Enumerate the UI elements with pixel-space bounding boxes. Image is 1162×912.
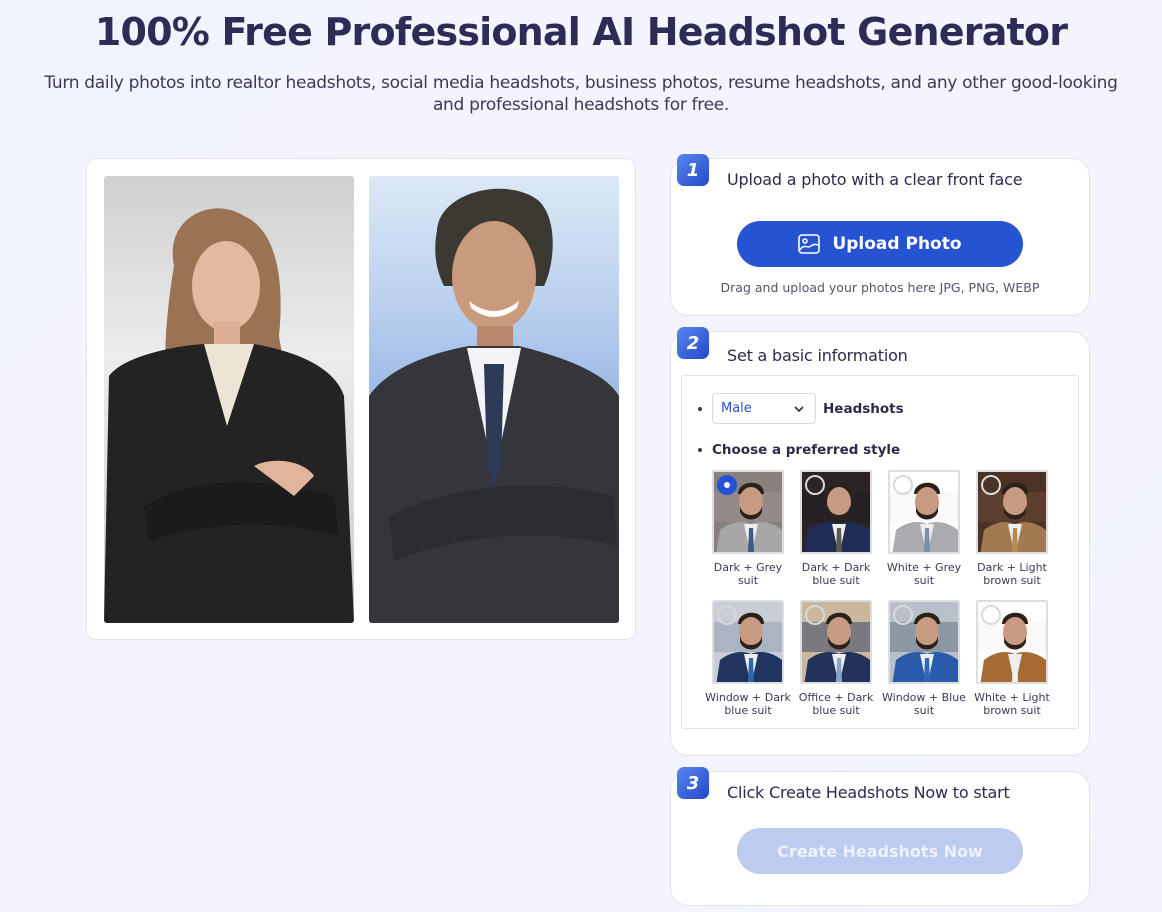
style-label: Dark + Light brown suit bbox=[977, 561, 1047, 587]
step-1-badge: 1 bbox=[677, 154, 709, 186]
style-label: White + Grey suit bbox=[886, 561, 962, 587]
style-radio[interactable] bbox=[893, 475, 913, 495]
style-prompt-label: Choose a preferred style bbox=[712, 442, 901, 458]
style-radio[interactable] bbox=[981, 605, 1001, 625]
style-thumbnail[interactable] bbox=[888, 600, 960, 684]
gender-row: Male Headshots bbox=[698, 393, 904, 424]
gender-select[interactable]: Male bbox=[712, 393, 816, 424]
image-icon bbox=[798, 234, 821, 254]
style-thumbnail[interactable] bbox=[976, 470, 1048, 554]
upload-photo-label: Upload Photo bbox=[832, 234, 962, 254]
style-thumbnail[interactable] bbox=[976, 600, 1048, 684]
style-label: Window + Blue suit bbox=[882, 691, 966, 717]
style-option[interactable]: White + Grey suit bbox=[880, 470, 968, 587]
style-radio[interactable] bbox=[805, 605, 825, 625]
page-title: 100% Free Professional AI Headshot Gener… bbox=[94, 10, 1068, 54]
step-3-card: 3 Click Create Headshots Now to start Cr… bbox=[670, 767, 1090, 906]
bullet bbox=[698, 448, 702, 452]
style-thumbnail[interactable] bbox=[888, 470, 960, 554]
gender-select-value: Male bbox=[721, 401, 752, 416]
sample-photos-card bbox=[86, 158, 636, 640]
style-prompt-row: Choose a preferred style bbox=[698, 442, 900, 458]
step-2-title: Set a basic information bbox=[727, 346, 908, 365]
sample-photo-woman bbox=[104, 176, 354, 623]
sample-photo-man bbox=[369, 176, 619, 623]
page-subtitle: Turn daily photos into realtor headshots… bbox=[44, 73, 1118, 115]
chevron-down-icon bbox=[794, 405, 804, 412]
style-radio[interactable] bbox=[717, 475, 737, 495]
step-1-card: 1 Upload a photo with a clear front face… bbox=[670, 154, 1090, 316]
style-thumbnail[interactable] bbox=[712, 600, 784, 684]
style-thumbnail[interactable] bbox=[712, 470, 784, 554]
basic-info-box: Male Headshots Choose a preferred style … bbox=[681, 375, 1079, 729]
bullet bbox=[698, 406, 702, 411]
upload-photo-button[interactable]: Upload Photo bbox=[737, 221, 1023, 267]
style-option[interactable]: Dark + Dark blue suit bbox=[792, 470, 880, 587]
style-label: Dark + Dark blue suit bbox=[801, 561, 871, 587]
step-2-card: 2 Set a basic information Male Headshots… bbox=[670, 327, 1090, 756]
step-1-title: Upload a photo with a clear front face bbox=[727, 170, 1023, 189]
style-thumbnail[interactable] bbox=[800, 600, 872, 684]
style-option[interactable]: Dark + Grey suit bbox=[704, 470, 792, 587]
step-3-badge: 3 bbox=[677, 767, 709, 799]
style-label: Dark + Grey suit bbox=[713, 561, 783, 587]
step-2-badge: 2 bbox=[677, 327, 709, 359]
style-option[interactable]: Office + Dark blue suit bbox=[792, 600, 880, 717]
style-option[interactable]: White + Light brown suit bbox=[968, 600, 1056, 717]
style-option[interactable]: Window + Dark blue suit bbox=[704, 600, 792, 717]
style-thumbnail[interactable] bbox=[800, 470, 872, 554]
style-label: Office + Dark blue suit bbox=[798, 691, 874, 717]
upload-hint: Drag and upload your photos here JPG, PN… bbox=[720, 280, 1040, 295]
style-option[interactable]: Dark + Light brown suit bbox=[968, 470, 1056, 587]
style-label: White + Light brown suit bbox=[974, 691, 1050, 717]
style-label: Window + Dark blue suit bbox=[705, 691, 791, 717]
style-radio[interactable] bbox=[893, 605, 913, 625]
style-radio[interactable] bbox=[981, 475, 1001, 495]
create-headshots-button[interactable]: Create Headshots Now bbox=[737, 828, 1023, 874]
gender-suffix-label: Headshots bbox=[823, 400, 904, 417]
style-option[interactable]: Window + Blue suit bbox=[880, 600, 968, 717]
step-3-title: Click Create Headshots Now to start bbox=[727, 783, 1010, 802]
style-radio[interactable] bbox=[717, 605, 737, 625]
style-radio[interactable] bbox=[805, 475, 825, 495]
